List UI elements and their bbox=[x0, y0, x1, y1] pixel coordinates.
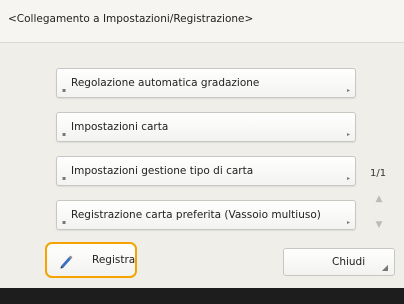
arrow-down-icon: ▼ bbox=[375, 220, 383, 230]
scroll-up-button[interactable]: ▲ bbox=[368, 188, 390, 210]
title-bar: <Collegamento a Impostazioni/Registrazio… bbox=[0, 0, 404, 43]
list-item-regolazione-gradazione[interactable]: ▪ Regolazione automatica gradazione ▸ bbox=[56, 68, 356, 98]
settings-shortcut-screen: <Collegamento a Impostazioni/Registrazio… bbox=[0, 0, 404, 304]
page-title: <Collegamento a Impostazioni/Registrazio… bbox=[8, 13, 254, 25]
list-item-impostazioni-carta[interactable]: ▪ Impostazioni carta ▸ bbox=[56, 112, 356, 142]
pen-icon bbox=[60, 255, 73, 269]
arrow-up-icon: ▲ bbox=[375, 194, 383, 204]
bottom-status-bar bbox=[0, 288, 404, 304]
chiudi-label: Chiudi bbox=[332, 256, 366, 268]
item-marker-icon: ▪ bbox=[62, 175, 67, 182]
list-item-gestione-tipo-carta[interactable]: ▪ Impostazioni gestione tipo di carta ▸ bbox=[56, 156, 356, 186]
chevron-icon: ▸ bbox=[346, 219, 350, 226]
list-item-label: Impostazioni carta bbox=[71, 121, 169, 133]
chevron-icon: ▸ bbox=[346, 175, 350, 182]
chiudi-button[interactable]: Chiudi ◢ bbox=[283, 248, 395, 276]
item-marker-icon: ▪ bbox=[62, 87, 67, 94]
list-item-label: Impostazioni gestione tipo di carta bbox=[71, 165, 254, 177]
registra-button[interactable]: Registra bbox=[45, 242, 137, 278]
page-indicator: 1/1 bbox=[370, 168, 387, 179]
list-item-registrazione-carta-preferita[interactable]: ▪ Registrazione carta preferita (Vassoio… bbox=[56, 200, 356, 230]
list-item-label: Registrazione carta preferita (Vassoio m… bbox=[71, 209, 321, 221]
chevron-icon: ▸ bbox=[346, 131, 350, 138]
scroll-down-button[interactable]: ▼ bbox=[368, 214, 390, 236]
item-marker-icon: ▪ bbox=[62, 131, 67, 138]
item-marker-icon: ▪ bbox=[62, 219, 67, 226]
list-item-label: Regolazione automatica gradazione bbox=[71, 77, 260, 89]
chevron-icon: ▸ bbox=[346, 87, 350, 94]
registra-label: Registra bbox=[92, 254, 136, 266]
return-corner-icon: ◢ bbox=[381, 263, 388, 272]
